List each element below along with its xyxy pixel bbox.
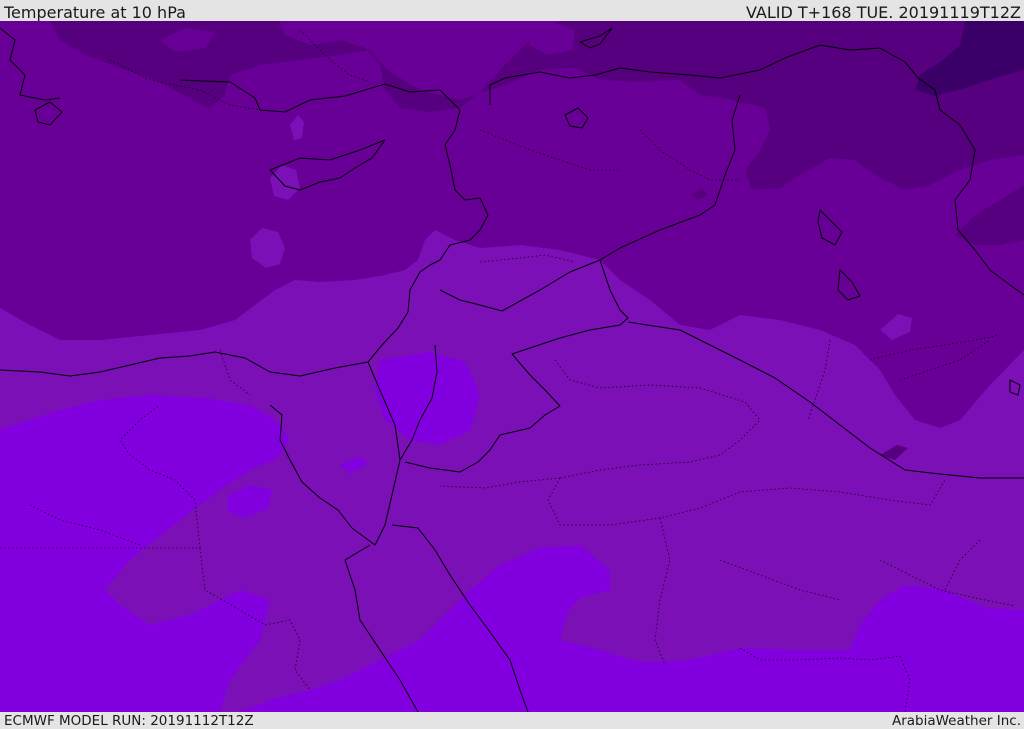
model-run-label: ECMWF MODEL RUN: 20191112T12Z xyxy=(4,713,254,729)
header-bar: Temperature at 10 hPa VALID T+168 TUE. 2… xyxy=(0,0,1024,21)
temperature-map[interactable] xyxy=(0,21,1024,712)
credit-label: ArabiaWeather Inc. xyxy=(891,713,1021,729)
valid-time-label: VALID T+168 TUE. 20191119T12Z xyxy=(745,3,1021,22)
footer-bar: ECMWF MODEL RUN: 20191112T12Z ArabiaWeat… xyxy=(0,712,1024,729)
map-title: Temperature at 10 hPa xyxy=(4,3,186,22)
